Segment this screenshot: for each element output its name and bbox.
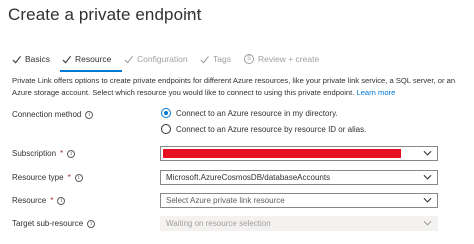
connection-method-text: Connection method [12,110,82,119]
resource-type-text: Resource type [12,173,64,182]
radio-button[interactable] [161,124,171,134]
more-options-button[interactable]: ··· [185,5,201,20]
checkmark-icon [12,55,21,63]
target-sub-resource-text: Target sub-resource [12,219,84,228]
description: Private Link offers options to create pr… [12,75,468,98]
required-marker: * [67,173,71,182]
tab-basics[interactable]: Basics [12,54,50,64]
resource-type-label: Resource type * i [12,173,83,182]
info-icon[interactable]: i [74,173,83,182]
radio-option-resource-id-label: Connect to an Azure resource by resource… [176,124,367,134]
target-sub-resource-dropdown: Waiting on resource selection [160,216,438,231]
resource-label: Resource * i [12,196,66,205]
active-tab-indicator [60,70,122,72]
target-sub-resource-placeholder: Waiting on resource selection [166,219,271,228]
checkmark-icon [200,55,209,63]
subscription-label: Subscription * i [12,149,76,158]
checkmark-icon [62,55,71,63]
radio-option-directory-label: Connect to an Azure resource in my direc… [176,108,338,118]
radio-option-directory[interactable]: Connect to an Azure resource in my direc… [161,108,338,118]
info-icon[interactable]: i [87,219,96,228]
page-title: Create a private endpoint [8,5,202,24]
chevron-down-icon [423,150,432,156]
required-marker: * [50,196,54,205]
resource-placeholder: Select Azure private link resource [166,196,285,205]
tab-review-create-label: Review + create [258,54,320,64]
info-icon[interactable]: i [57,196,66,205]
resource-text: Resource [12,196,47,205]
tab-review-create[interactable]: 5 Review + create [244,54,319,64]
chevron-down-icon [423,220,432,226]
tab-resource[interactable]: Resource [62,54,111,64]
tab-configuration[interactable]: Configuration [124,54,188,64]
subscription-dropdown[interactable] [160,146,438,161]
tab-tags-label: Tags [213,54,231,64]
info-icon[interactable]: i [67,149,76,158]
resource-type-dropdown[interactable]: Microsoft.AzureCosmosDB/databaseAccounts [160,170,438,185]
required-marker: * [60,149,64,158]
checkmark-icon [124,55,133,63]
redacted-value [163,149,401,158]
resource-type-value: Microsoft.AzureCosmosDB/databaseAccounts [166,173,331,182]
resource-dropdown[interactable]: Select Azure private link resource [160,193,438,208]
tab-basics-label: Basics [25,54,51,64]
radio-button-selected[interactable] [161,108,171,118]
tab-tags[interactable]: Tags [200,54,231,64]
tab-configuration-label: Configuration [137,54,188,64]
info-icon[interactable]: i [85,110,94,119]
tab-resource-label: Resource [75,54,112,64]
target-sub-resource-label: Target sub-resource i [12,219,96,228]
subscription-text: Subscription [12,149,57,158]
chevron-down-icon [423,174,432,180]
radio-option-resource-id[interactable]: Connect to an Azure resource by resource… [161,124,366,134]
chevron-down-icon [423,197,432,203]
step-number-badge: 5 [244,54,254,64]
learn-more-link[interactable]: Learn more [356,88,395,97]
connection-method-label: Connection method i [12,110,94,119]
